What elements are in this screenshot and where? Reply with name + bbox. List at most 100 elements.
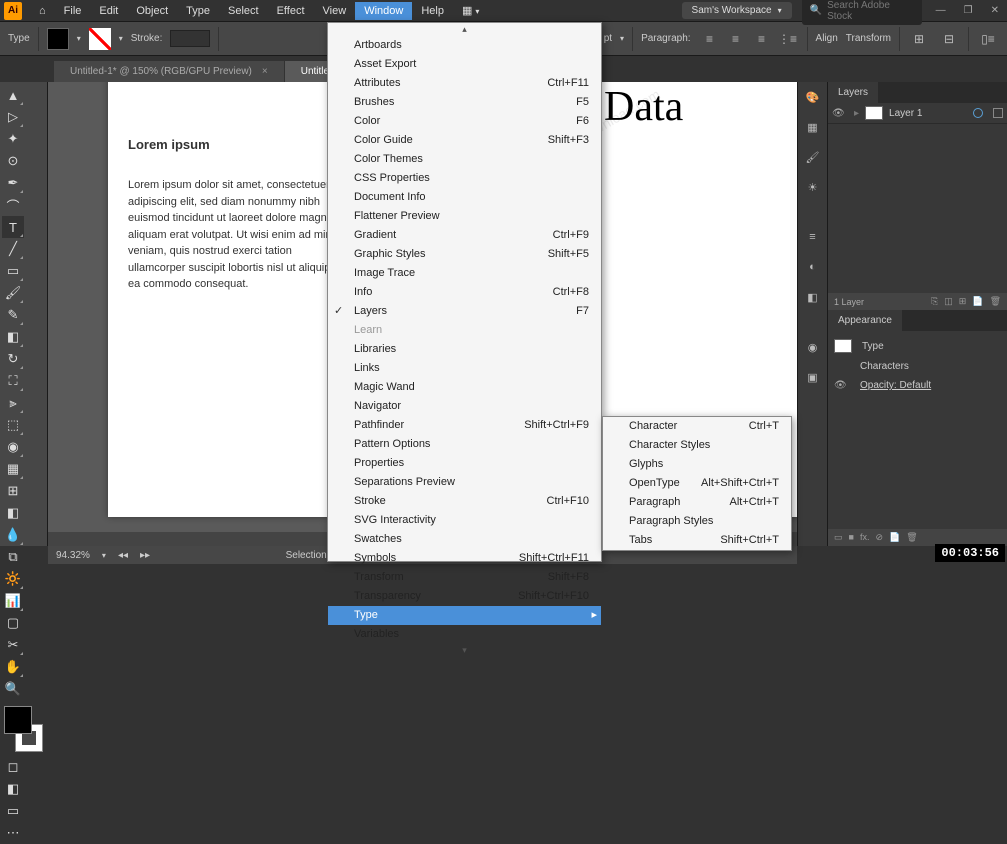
menu-item-libraries[interactable]: Libraries	[328, 340, 601, 359]
chevron-right-icon[interactable]: ▸	[854, 108, 859, 119]
direct-selection-tool[interactable]: ▷	[2, 106, 24, 128]
align-left-icon[interactable]: ≡	[699, 28, 721, 50]
appearance-opacity[interactable]: Opacity: Default	[860, 380, 931, 391]
add-effect-icon[interactable]: fx.	[860, 532, 870, 543]
arrange-docs-icon[interactable]: ▦ ▾	[453, 1, 488, 20]
dup-item-icon[interactable]: 📄	[889, 532, 900, 543]
menu-object[interactable]: Object	[127, 2, 177, 20]
layer-target-icon[interactable]	[973, 108, 983, 118]
panel-menu-icon[interactable]: ▯≡	[977, 28, 999, 50]
menu-type[interactable]: Type	[177, 2, 219, 20]
home-icon[interactable]: ⌂	[30, 2, 55, 20]
menu-help[interactable]: Help	[412, 2, 453, 20]
doc-tab-1[interactable]: Untitled-1* @ 150% (RGB/GPU Preview)×	[54, 61, 284, 82]
menu-item-document-info[interactable]: Document Info	[328, 188, 601, 207]
text-data[interactable]: Data	[598, 82, 797, 137]
menu-effect[interactable]: Effect	[268, 2, 314, 20]
submenu-item-paragraph-styles[interactable]: Paragraph Styles	[603, 512, 791, 531]
perspective-tool[interactable]: ▦	[2, 458, 24, 480]
restore-icon[interactable]: ❐	[960, 5, 977, 16]
new-sublayer-icon[interactable]: ⊞	[959, 296, 967, 307]
menu-item-learn[interactable]: Learn	[328, 321, 601, 340]
transparency-panel-icon[interactable]: ◧	[802, 286, 824, 308]
menu-select[interactable]: Select	[219, 2, 268, 20]
color-panel-icon[interactable]: 🎨	[802, 86, 824, 108]
type-tool[interactable]: T	[2, 216, 24, 238]
brushes-panel-icon[interactable]: 🖌	[802, 146, 824, 168]
menu-item-image-trace[interactable]: Image Trace	[328, 264, 601, 283]
brush-tool[interactable]: 🖌	[2, 282, 24, 304]
menu-edit[interactable]: Edit	[90, 2, 127, 20]
menu-item-asset-export[interactable]: Asset Export	[328, 55, 601, 74]
draw-mode-behind[interactable]: ◧	[2, 778, 24, 800]
submenu-item-tabs[interactable]: TabsShift+Ctrl+T	[603, 531, 791, 550]
submenu-item-glyphs[interactable]: Glyphs	[603, 455, 791, 474]
symbols-panel-icon[interactable]: ☀	[802, 176, 824, 198]
menu-item-navigator[interactable]: Navigator	[328, 397, 601, 416]
artboard-nav-next[interactable]: ▸▸	[140, 550, 150, 561]
clear-appearance-icon[interactable]: ⊘	[875, 532, 883, 543]
prefs-icon[interactable]: ⊞	[908, 28, 930, 50]
hand-tool[interactable]: ✋	[2, 656, 24, 678]
menu-item-brushes[interactable]: BrushesF5	[328, 93, 601, 112]
fill-color[interactable]	[47, 28, 69, 50]
zoom-level[interactable]: 94.32%	[56, 550, 90, 561]
layer-select-box[interactable]	[993, 108, 1003, 118]
shape-builder-tool[interactable]: ◉	[2, 436, 24, 458]
search-input[interactable]: 🔍Search Adobe Stock	[802, 0, 922, 25]
menu-item-color-themes[interactable]: Color Themes	[328, 150, 601, 169]
add-fill-icon[interactable]: ■	[849, 532, 854, 543]
new-layer-icon[interactable]: 📄	[972, 296, 983, 307]
layer-name[interactable]: Layer 1	[889, 108, 922, 119]
menu-item-properties[interactable]: Properties	[328, 454, 601, 473]
blend-tool[interactable]: ⧉	[2, 546, 24, 568]
menu-item-color-guide[interactable]: Color GuideShift+F3	[328, 131, 601, 150]
make-clip-icon[interactable]: ◫	[944, 296, 953, 307]
delete-layer-icon[interactable]: 🗑	[990, 296, 1001, 307]
delete-item-icon[interactable]: 🗑	[906, 532, 917, 543]
shaper-tool[interactable]: ✎	[2, 304, 24, 326]
menu-item-transparency[interactable]: TransparencyShift+Ctrl+F10	[328, 587, 601, 606]
bullets-icon[interactable]: ⋮≡	[777, 28, 799, 50]
menu-item-transform[interactable]: TransformShift+F8	[328, 568, 601, 587]
menu-item-flattener-preview[interactable]: Flattener Preview	[328, 207, 601, 226]
gradient-panel-icon[interactable]: ◐	[802, 256, 824, 278]
close-icon[interactable]: ✕	[987, 5, 1003, 16]
visibility-icon[interactable]: 👁	[832, 108, 848, 119]
graphic-styles-panel-icon[interactable]: ▣	[802, 366, 824, 388]
menu-item-info[interactable]: InfoCtrl+F8	[328, 283, 601, 302]
menu-window[interactable]: Window	[355, 2, 412, 20]
menu-item-type[interactable]: Type▸	[328, 606, 601, 625]
menu-item-variables[interactable]: Variables	[328, 625, 601, 644]
edit-toolbar[interactable]: ⋯	[2, 822, 24, 844]
artboard-nav-prev[interactable]: ◂◂	[118, 550, 128, 561]
align-center-icon[interactable]: ≡	[725, 28, 747, 50]
appearance-characters[interactable]: Characters	[860, 361, 909, 372]
opacity-eye-icon[interactable]: 👁	[834, 380, 850, 391]
artboard-tool[interactable]: ▢	[2, 612, 24, 634]
menu-item-layers[interactable]: ✓LayersF7	[328, 302, 601, 321]
screen-mode[interactable]: ▭	[2, 800, 24, 822]
symbol-sprayer-tool[interactable]: 🔆	[2, 568, 24, 590]
free-transform-tool[interactable]: ⬚	[2, 414, 24, 436]
submenu-item-character[interactable]: CharacterCtrl+T	[603, 417, 791, 436]
menu-view[interactable]: View	[314, 2, 356, 20]
menu-item-artboards[interactable]: Artboards	[328, 36, 601, 55]
selection-tool[interactable]: ▲	[2, 84, 24, 106]
slice-tool[interactable]: ✂	[2, 634, 24, 656]
workspace-switcher[interactable]: Sam's Workspace▾	[682, 2, 792, 19]
menu-item-color[interactable]: ColorF6	[328, 112, 601, 131]
more-icon[interactable]: ⊟	[938, 28, 960, 50]
menu-scroll-down[interactable]: ▾	[328, 644, 601, 657]
mesh-tool[interactable]: ⊞	[2, 480, 24, 502]
locate-layer-icon[interactable]: ⎘	[931, 296, 938, 307]
pen-tool[interactable]: ✒	[2, 172, 24, 194]
menu-item-pathfinder[interactable]: PathfinderShift+Ctrl+F9	[328, 416, 601, 435]
submenu-item-character-styles[interactable]: Character Styles	[603, 436, 791, 455]
menu-item-separations-preview[interactable]: Separations Preview	[328, 473, 601, 492]
menu-item-swatches[interactable]: Swatches	[328, 530, 601, 549]
transform-link[interactable]: Transform	[846, 33, 891, 44]
menu-item-links[interactable]: Links	[328, 359, 601, 378]
rectangle-tool[interactable]: ▭	[2, 260, 24, 282]
menu-item-pattern-options[interactable]: Pattern Options	[328, 435, 601, 454]
